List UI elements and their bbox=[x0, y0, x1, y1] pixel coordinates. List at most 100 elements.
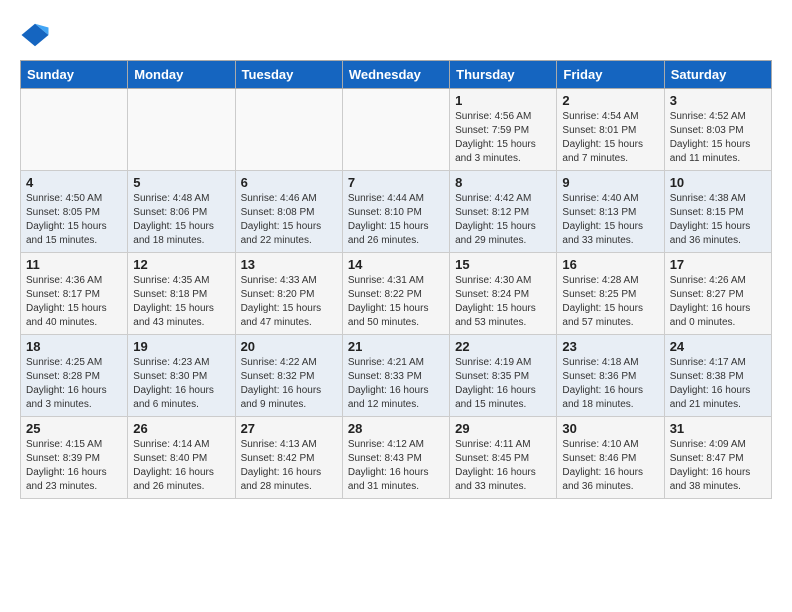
calendar-cell bbox=[342, 89, 449, 171]
logo bbox=[20, 20, 56, 50]
calendar-cell: 17 Sunrise: 4:26 AM Sunset: 8:27 PM Dayli… bbox=[664, 253, 771, 335]
day-info: Sunrise: 4:21 AM Sunset: 8:33 PM Dayligh… bbox=[348, 356, 444, 412]
weekday-header: Saturday bbox=[664, 61, 771, 89]
day-number: 15 bbox=[455, 257, 551, 272]
day-number: 21 bbox=[348, 339, 444, 354]
calendar-cell: 23 Sunrise: 4:18 AM Sunset: 8:36 PM Dayli… bbox=[557, 335, 664, 417]
calendar-week-row: 25 Sunrise: 4:15 AM Sunset: 8:39 PM Dayli… bbox=[21, 417, 772, 499]
day-number: 29 bbox=[455, 421, 551, 436]
day-info: Sunrise: 4:10 AM Sunset: 8:46 PM Dayligh… bbox=[562, 438, 658, 494]
day-info: Sunrise: 4:48 AM Sunset: 8:06 PM Dayligh… bbox=[133, 192, 229, 248]
calendar-cell: 27 Sunrise: 4:13 AM Sunset: 8:42 PM Dayli… bbox=[235, 417, 342, 499]
day-number: 8 bbox=[455, 175, 551, 190]
day-info: Sunrise: 4:17 AM Sunset: 8:38 PM Dayligh… bbox=[670, 356, 766, 412]
day-number: 17 bbox=[670, 257, 766, 272]
day-info: Sunrise: 4:12 AM Sunset: 8:43 PM Dayligh… bbox=[348, 438, 444, 494]
page-header bbox=[20, 20, 772, 50]
day-number: 3 bbox=[670, 93, 766, 108]
day-number: 5 bbox=[133, 175, 229, 190]
day-number: 20 bbox=[241, 339, 337, 354]
day-info: Sunrise: 4:30 AM Sunset: 8:24 PM Dayligh… bbox=[455, 274, 551, 330]
calendar-cell bbox=[128, 89, 235, 171]
day-number: 9 bbox=[562, 175, 658, 190]
day-number: 13 bbox=[241, 257, 337, 272]
day-number: 6 bbox=[241, 175, 337, 190]
calendar-cell: 7Sunrise: 4:44 AM Sunset: 8:10 PM Daylig… bbox=[342, 171, 449, 253]
day-info: Sunrise: 4:33 AM Sunset: 8:20 PM Dayligh… bbox=[241, 274, 337, 330]
calendar-cell: 6 Sunrise: 4:46 AM Sunset: 8:08 PM Daylig… bbox=[235, 171, 342, 253]
calendar-cell: 30 Sunrise: 4:10 AM Sunset: 8:46 PM Dayli… bbox=[557, 417, 664, 499]
day-number: 22 bbox=[455, 339, 551, 354]
calendar-cell bbox=[21, 89, 128, 171]
weekday-header: Friday bbox=[557, 61, 664, 89]
day-info: Sunrise: 4:25 AM Sunset: 8:28 PM Dayligh… bbox=[26, 356, 122, 412]
day-info: Sunrise: 4:28 AM Sunset: 8:25 PM Dayligh… bbox=[562, 274, 658, 330]
day-info: Sunrise: 4:54 AM Sunset: 8:01 PM Dayligh… bbox=[562, 110, 658, 166]
calendar-cell: 9 Sunrise: 4:40 AM Sunset: 8:13 PM Daylig… bbox=[557, 171, 664, 253]
day-info: Sunrise: 4:18 AM Sunset: 8:36 PM Dayligh… bbox=[562, 356, 658, 412]
day-number: 14 bbox=[348, 257, 444, 272]
calendar-cell: 11Sunrise: 4:36 AM Sunset: 8:17 PM Dayli… bbox=[21, 253, 128, 335]
calendar-week-row: 1Sunrise: 4:56 AM Sunset: 7:59 PM Daylig… bbox=[21, 89, 772, 171]
day-number: 25 bbox=[26, 421, 122, 436]
day-info: Sunrise: 4:46 AM Sunset: 8:08 PM Dayligh… bbox=[241, 192, 337, 248]
calendar-cell: 28 Sunrise: 4:12 AM Sunset: 8:43 PM Dayli… bbox=[342, 417, 449, 499]
day-number: 27 bbox=[241, 421, 337, 436]
calendar-cell: 13 Sunrise: 4:33 AM Sunset: 8:20 PM Dayli… bbox=[235, 253, 342, 335]
day-number: 23 bbox=[562, 339, 658, 354]
calendar-table: SundayMondayTuesdayWednesdayThursdayFrid… bbox=[20, 60, 772, 499]
day-number: 2 bbox=[562, 93, 658, 108]
day-number: 24 bbox=[670, 339, 766, 354]
day-info: Sunrise: 4:36 AM Sunset: 8:17 PM Dayligh… bbox=[26, 274, 122, 330]
day-info: Sunrise: 4:19 AM Sunset: 8:35 PM Dayligh… bbox=[455, 356, 551, 412]
day-info: Sunrise: 4:40 AM Sunset: 8:13 PM Dayligh… bbox=[562, 192, 658, 248]
day-info: Sunrise: 4:26 AM Sunset: 8:27 PM Dayligh… bbox=[670, 274, 766, 330]
day-info: Sunrise: 4:38 AM Sunset: 8:15 PM Dayligh… bbox=[670, 192, 766, 248]
day-number: 4 bbox=[26, 175, 122, 190]
calendar-cell: 22 Sunrise: 4:19 AM Sunset: 8:35 PM Dayli… bbox=[450, 335, 557, 417]
calendar-cell: 24 Sunrise: 4:17 AM Sunset: 8:38 PM Dayli… bbox=[664, 335, 771, 417]
day-info: Sunrise: 4:52 AM Sunset: 8:03 PM Dayligh… bbox=[670, 110, 766, 166]
calendar-week-row: 4Sunrise: 4:50 AM Sunset: 8:05 PM Daylig… bbox=[21, 171, 772, 253]
calendar-cell: 15 Sunrise: 4:30 AM Sunset: 8:24 PM Dayli… bbox=[450, 253, 557, 335]
calendar-cell: 21 Sunrise: 4:21 AM Sunset: 8:33 PM Dayli… bbox=[342, 335, 449, 417]
calendar-cell: 14 Sunrise: 4:31 AM Sunset: 8:22 PM Dayli… bbox=[342, 253, 449, 335]
calendar-cell: 4Sunrise: 4:50 AM Sunset: 8:05 PM Daylig… bbox=[21, 171, 128, 253]
calendar-week-row: 18 Sunrise: 4:25 AM Sunset: 8:28 PM Dayli… bbox=[21, 335, 772, 417]
day-number: 28 bbox=[348, 421, 444, 436]
day-number: 12 bbox=[133, 257, 229, 272]
day-number: 19 bbox=[133, 339, 229, 354]
calendar-cell: 2 Sunrise: 4:54 AM Sunset: 8:01 PM Daylig… bbox=[557, 89, 664, 171]
calendar-cell: 5 Sunrise: 4:48 AM Sunset: 8:06 PM Daylig… bbox=[128, 171, 235, 253]
calendar-cell: 29 Sunrise: 4:11 AM Sunset: 8:45 PM Dayli… bbox=[450, 417, 557, 499]
calendar-cell: 16 Sunrise: 4:28 AM Sunset: 8:25 PM Dayli… bbox=[557, 253, 664, 335]
day-info: Sunrise: 4:35 AM Sunset: 8:18 PM Dayligh… bbox=[133, 274, 229, 330]
day-info: Sunrise: 4:15 AM Sunset: 8:39 PM Dayligh… bbox=[26, 438, 122, 494]
day-info: Sunrise: 4:09 AM Sunset: 8:47 PM Dayligh… bbox=[670, 438, 766, 494]
weekday-header: Tuesday bbox=[235, 61, 342, 89]
day-info: Sunrise: 4:14 AM Sunset: 8:40 PM Dayligh… bbox=[133, 438, 229, 494]
day-info: Sunrise: 4:22 AM Sunset: 8:32 PM Dayligh… bbox=[241, 356, 337, 412]
calendar-cell: 10 Sunrise: 4:38 AM Sunset: 8:15 PM Dayli… bbox=[664, 171, 771, 253]
day-info: Sunrise: 4:56 AM Sunset: 7:59 PM Dayligh… bbox=[455, 110, 551, 166]
weekday-header: Wednesday bbox=[342, 61, 449, 89]
calendar-cell bbox=[235, 89, 342, 171]
calendar-cell: 25 Sunrise: 4:15 AM Sunset: 8:39 PM Dayli… bbox=[21, 417, 128, 499]
day-number: 10 bbox=[670, 175, 766, 190]
day-number: 30 bbox=[562, 421, 658, 436]
day-number: 26 bbox=[133, 421, 229, 436]
calendar-cell: 1Sunrise: 4:56 AM Sunset: 7:59 PM Daylig… bbox=[450, 89, 557, 171]
logo-icon bbox=[20, 20, 50, 50]
weekday-header: Monday bbox=[128, 61, 235, 89]
day-info: Sunrise: 4:13 AM Sunset: 8:42 PM Dayligh… bbox=[241, 438, 337, 494]
calendar-cell: 3 Sunrise: 4:52 AM Sunset: 8:03 PM Daylig… bbox=[664, 89, 771, 171]
day-info: Sunrise: 4:11 AM Sunset: 8:45 PM Dayligh… bbox=[455, 438, 551, 494]
day-number: 16 bbox=[562, 257, 658, 272]
calendar-header-row: SundayMondayTuesdayWednesdayThursdayFrid… bbox=[21, 61, 772, 89]
day-info: Sunrise: 4:31 AM Sunset: 8:22 PM Dayligh… bbox=[348, 274, 444, 330]
day-number: 7 bbox=[348, 175, 444, 190]
weekday-header: Thursday bbox=[450, 61, 557, 89]
calendar-cell: 20 Sunrise: 4:22 AM Sunset: 8:32 PM Dayli… bbox=[235, 335, 342, 417]
day-number: 18 bbox=[26, 339, 122, 354]
calendar-cell: 26 Sunrise: 4:14 AM Sunset: 8:40 PM Dayli… bbox=[128, 417, 235, 499]
